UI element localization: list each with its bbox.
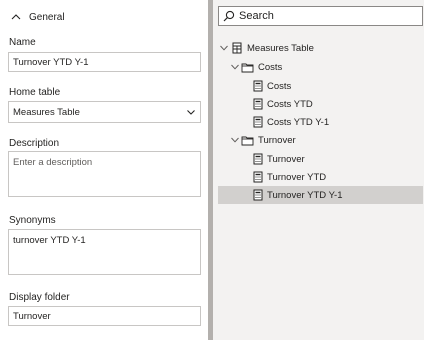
synonyms-field[interactable]: turnover YTD Y-1 <box>8 229 201 275</box>
tree-label: Costs YTD <box>267 98 313 110</box>
tree-item-costs-ytd[interactable]: Costs YTD <box>253 95 423 113</box>
name-field[interactable]: Turnover YTD Y-1 <box>8 52 201 72</box>
general-section-title: General <box>29 11 65 23</box>
tree-item-turnover-ytd-y-1[interactable]: Turnover YTD Y-1 <box>218 186 423 204</box>
folder-icon <box>241 63 254 72</box>
properties-pane: General Name Turnover YTD Y-1 Home table… <box>0 0 208 340</box>
search-input[interactable]: Search <box>218 6 423 26</box>
synonyms-value: turnover YTD Y-1 <box>13 235 86 246</box>
tree-folder-costs[interactable]: Costs <box>230 58 423 76</box>
tree-item-turnover-ytd[interactable]: Turnover YTD <box>253 168 423 186</box>
home-table-select[interactable]: Measures Table <box>8 101 201 123</box>
chevron-down-icon <box>220 45 228 51</box>
display-folder-label: Display folder <box>9 292 70 303</box>
chevron-down-icon <box>231 137 239 143</box>
calculator-icon <box>253 80 263 92</box>
description-field[interactable]: Enter a description <box>8 151 201 197</box>
tree-label: Costs <box>267 80 292 92</box>
tree-label: Costs YTD Y-1 <box>267 116 330 128</box>
table-icon <box>232 42 242 54</box>
tree-folder-turnover[interactable]: Turnover <box>230 131 423 149</box>
chevron-up-icon <box>11 14 21 20</box>
display-folder-value: Turnover <box>13 310 51 322</box>
tree-item-costs-ytd-y-1[interactable]: Costs YTD Y-1 <box>253 113 423 131</box>
general-section-header[interactable]: General <box>9 10 65 24</box>
folder-icon <box>241 136 254 145</box>
calculator-icon <box>253 98 263 110</box>
tree-item-turnover[interactable]: Turnover <box>253 150 423 168</box>
tree-label: Turnover YTD Y-1 <box>267 189 343 201</box>
synonyms-label: Synonyms <box>9 215 56 226</box>
search-placeholder: Search <box>239 10 274 22</box>
home-table-label: Home table <box>9 87 61 98</box>
name-value: Turnover YTD Y-1 <box>13 56 89 68</box>
tree-label: Turnover <box>267 153 305 165</box>
tree-label: Turnover YTD <box>267 171 327 183</box>
tree-item-costs[interactable]: Costs <box>253 77 423 95</box>
description-placeholder: Enter a description <box>13 157 93 168</box>
tree-label: Measures Table <box>247 42 314 54</box>
calculator-icon <box>253 171 263 183</box>
calculator-icon <box>253 189 263 201</box>
calculator-icon <box>253 116 263 128</box>
chevron-down-icon <box>187 110 195 115</box>
chevron-down-icon <box>231 64 239 70</box>
tree-label: Costs <box>258 61 283 73</box>
tree-label: Turnover <box>258 134 296 146</box>
display-folder-field[interactable]: Turnover <box>8 306 201 326</box>
tree-item-measures-table[interactable]: Measures Table <box>219 39 423 57</box>
calculator-icon <box>253 153 263 165</box>
search-icon <box>223 10 235 22</box>
name-label: Name <box>9 37 36 48</box>
description-label: Description <box>9 138 60 149</box>
home-table-value: Measures Table <box>13 106 80 118</box>
